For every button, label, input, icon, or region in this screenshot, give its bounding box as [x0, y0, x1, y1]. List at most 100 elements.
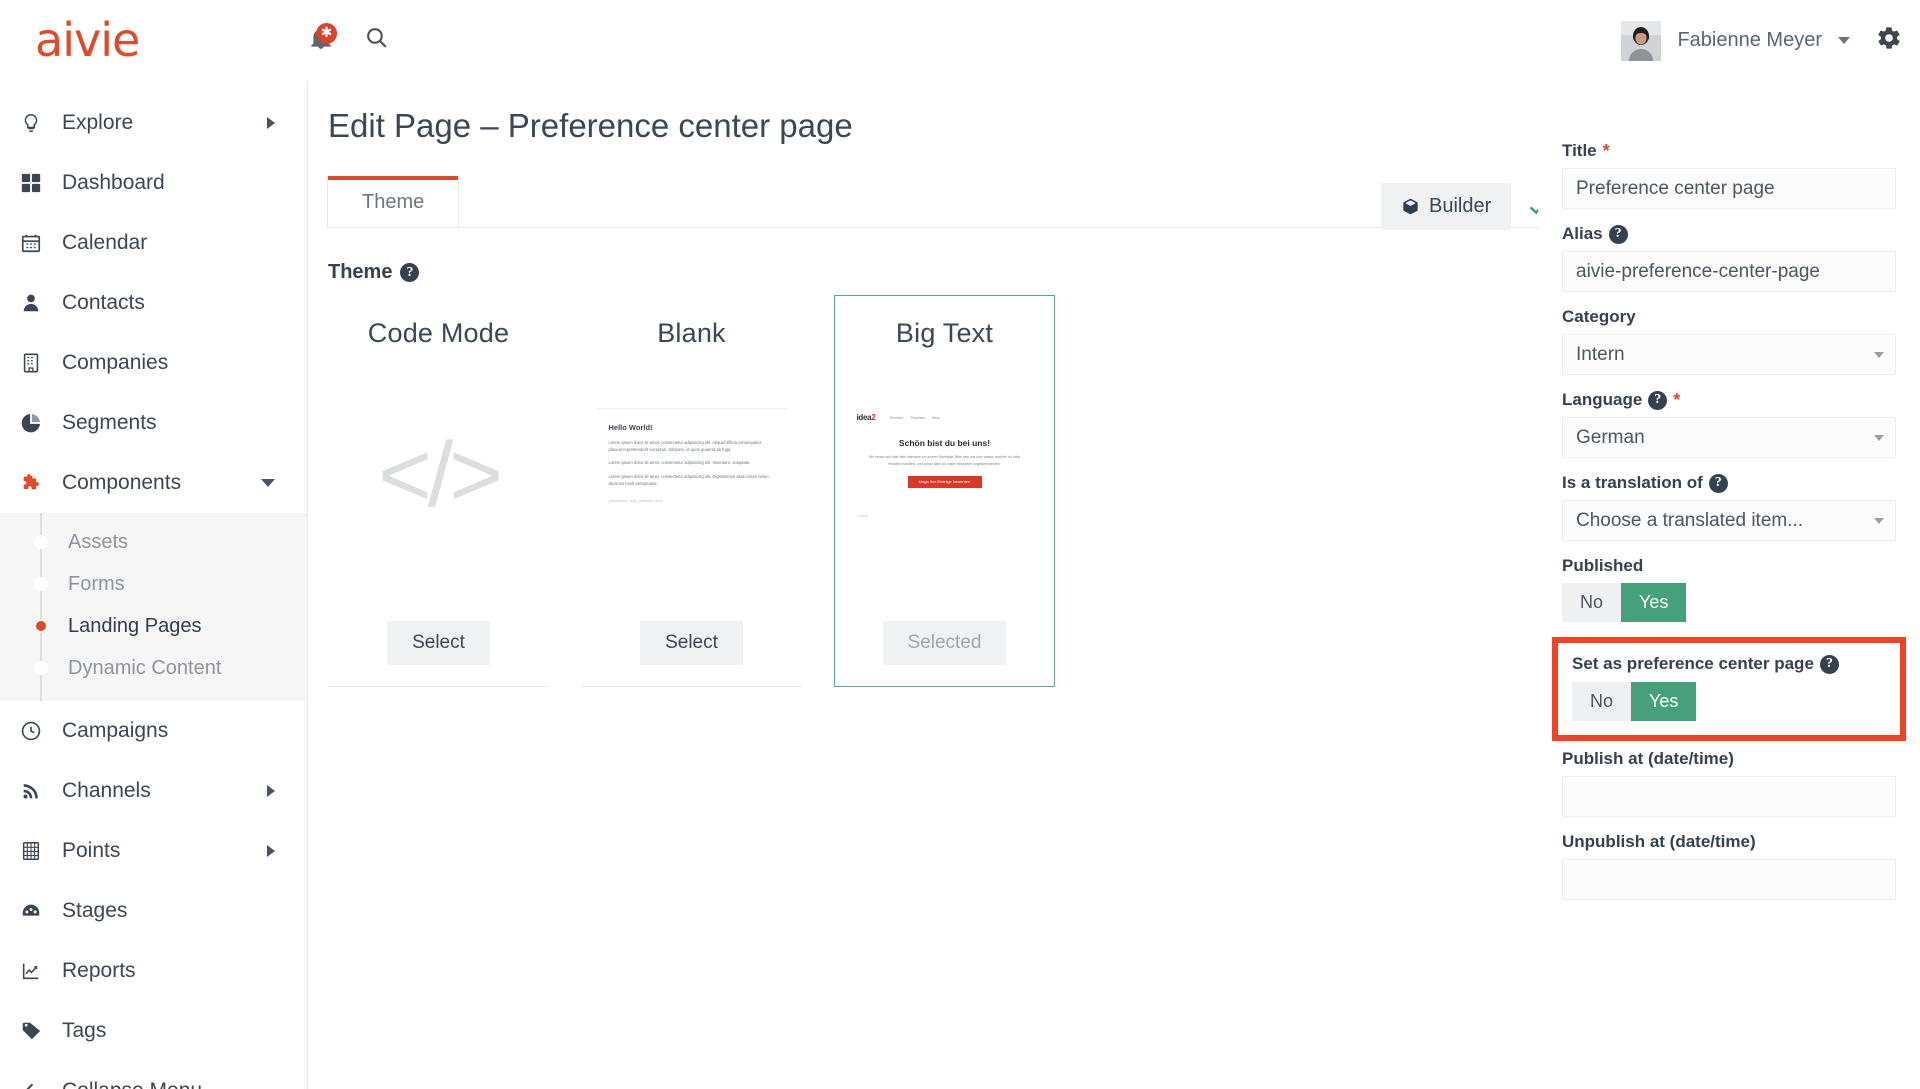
sidebar-subitem-forms[interactable]: Forms	[0, 563, 307, 605]
sidebar-item-companies[interactable]: Companies	[0, 333, 307, 393]
app-logo[interactable]: aivie	[0, 17, 308, 63]
sidebar-item-reports[interactable]: Reports	[0, 941, 307, 1001]
alias-input[interactable]: aivie-preference-center-page	[1562, 251, 1896, 292]
question-icon[interactable]: ?	[1648, 391, 1667, 410]
calculator-icon	[20, 840, 62, 862]
field-label: Category	[1562, 307, 1896, 327]
field-label: Published	[1562, 556, 1896, 576]
theme-card-code-mode[interactable]: Code Mode </> Select	[328, 295, 549, 687]
category-select[interactable]: Intern	[1562, 334, 1896, 375]
settings-button[interactable]	[1876, 25, 1902, 56]
field-label: Set as preference center page ?	[1572, 654, 1886, 674]
label-text: Unpublish at (date/time)	[1562, 832, 1756, 852]
sidebar-item-label: Points	[62, 839, 120, 863]
bullet-active-icon	[34, 619, 48, 633]
blank-theme-thumbnail: Hello World! Lorem ipsum dolor sit amet,…	[597, 408, 787, 522]
question-icon[interactable]: ?	[1609, 225, 1628, 244]
rss-icon	[20, 780, 62, 802]
user-menu[interactable]: Fabienne Meyer	[1621, 0, 1902, 81]
question-icon[interactable]: ?	[1820, 655, 1839, 674]
unpublish-at-input[interactable]	[1562, 859, 1896, 900]
required-asterisk: *	[1603, 142, 1610, 160]
builder-button[interactable]: Builder	[1381, 183, 1511, 230]
avatar	[1621, 21, 1661, 61]
preference-center-toggle-yes[interactable]: Yes	[1631, 682, 1696, 721]
grid-icon	[20, 172, 62, 194]
annotation-highlight-box: Set as preference center page ? No Yes	[1552, 637, 1906, 741]
sidebar-subitem-label: Landing Pages	[68, 615, 201, 638]
field-label: Language ? *	[1562, 390, 1896, 410]
field-language: Language ? * German	[1562, 390, 1896, 458]
sidebar-item-label: Contacts	[62, 291, 145, 315]
field-publish-at: Publish at (date/time)	[1562, 749, 1896, 817]
big-text-theme-thumbnail: idea2 Services Prozesse Blog Schön bist …	[847, 401, 1043, 532]
collapse-menu-button[interactable]: Collapse Menu	[0, 1061, 307, 1089]
theme-card-preview: Hello World! Lorem ipsum dolor sit amet,…	[582, 349, 801, 600]
selected-theme-button: Selected	[883, 621, 1007, 665]
sidebar-item-calendar[interactable]: Calendar	[0, 213, 307, 273]
question-icon[interactable]: ?	[1709, 474, 1728, 493]
user-icon	[20, 292, 62, 314]
published-toggle: No Yes	[1562, 583, 1896, 622]
select-theme-button[interactable]: Select	[640, 621, 743, 665]
sidebar-item-label: Campaigns	[62, 719, 168, 743]
theme-card-preview: idea2 Services Prozesse Blog Schön bist …	[835, 349, 1054, 600]
category-select-wrapper: Intern	[1562, 334, 1896, 375]
sidebar-item-channels[interactable]: Channels	[0, 761, 307, 821]
question-icon[interactable]: ?	[400, 263, 419, 282]
field-category: Category Intern	[1562, 307, 1896, 375]
label-text: Language	[1562, 390, 1642, 410]
sidebar-item-components[interactable]: Components	[0, 453, 307, 513]
required-asterisk: *	[1673, 391, 1680, 409]
field-label: Is a translation of ?	[1562, 473, 1896, 493]
publish-at-input[interactable]	[1562, 776, 1896, 817]
sidebar-item-label: Reports	[62, 959, 136, 983]
sidebar-item-points[interactable]: Points	[0, 821, 307, 881]
language-select-wrapper: German	[1562, 417, 1896, 458]
search-button[interactable]	[364, 25, 389, 55]
theme-card-blank[interactable]: Blank Hello World! Lorem ipsum dolor sit…	[581, 295, 802, 687]
sidebar-item-campaigns[interactable]: Campaigns	[0, 701, 307, 761]
theme-section-label: Theme ?	[328, 261, 419, 284]
sidebar-item-label: Channels	[62, 779, 151, 803]
sidebar-item-stages[interactable]: Stages	[0, 881, 307, 941]
preference-center-toggle: No Yes	[1572, 682, 1886, 721]
theme-card-footer: Select	[640, 600, 743, 686]
sidebar-subitem-landing-pages[interactable]: Landing Pages	[0, 605, 307, 647]
published-toggle-yes[interactable]: Yes	[1621, 583, 1686, 622]
chevron-down-icon	[261, 479, 275, 487]
title-input[interactable]: Preference center page	[1562, 168, 1896, 209]
tab-theme[interactable]: Theme	[328, 176, 458, 228]
sidebar-item-segments[interactable]: Segments	[0, 393, 307, 453]
field-label: Title *	[1562, 141, 1896, 161]
translation-select[interactable]: Choose a translated item...	[1562, 500, 1896, 541]
thumb-nav-item: Services	[889, 416, 903, 420]
gear-icon	[1876, 25, 1902, 51]
select-theme-button[interactable]: Select	[387, 621, 490, 665]
thumb-body: Wir freuen uns über dein Interesse an un…	[867, 454, 1023, 467]
avatar-photo-icon	[1621, 21, 1661, 61]
sidebar-item-dashboard[interactable]: Dashboard	[0, 153, 307, 213]
theme-card-footer: Selected	[883, 600, 1007, 686]
sidebar-item-contacts[interactable]: Contacts	[0, 273, 307, 333]
sidebar-subitem-dynamic-content[interactable]: Dynamic Content	[0, 647, 307, 689]
label-text: Published	[1562, 556, 1643, 576]
thumb-cta-button: Magic ihre Einträge loswerden	[908, 476, 982, 488]
published-toggle-no[interactable]: No	[1562, 583, 1621, 622]
top-bar: aivie ✱	[0, 0, 1920, 81]
thumb-paragraph: Lorem ipsum dolor sit amet, consectetur …	[609, 439, 775, 454]
topbar-icon-group: ✱	[308, 25, 389, 55]
thumb-footer: {unsubscribe_text} | {webview_text}	[609, 499, 775, 503]
thumb-nav-item: Prozesse	[910, 416, 925, 420]
tab-label: Theme	[362, 191, 424, 213]
language-select[interactable]: German	[1562, 417, 1896, 458]
search-icon	[364, 25, 389, 50]
preference-center-toggle-no[interactable]: No	[1572, 682, 1631, 721]
sidebar-item-tags[interactable]: Tags	[0, 1001, 307, 1061]
notifications-button[interactable]: ✱	[308, 25, 336, 55]
theme-card-big-text[interactable]: Big Text idea2 Services Prozesse Blog Sc…	[834, 295, 1055, 687]
sidebar-subitem-assets[interactable]: Assets	[0, 521, 307, 563]
bullet-icon	[34, 577, 48, 591]
sidebar-item-label: Calendar	[62, 231, 147, 255]
sidebar-item-explore[interactable]: Explore	[0, 93, 307, 153]
